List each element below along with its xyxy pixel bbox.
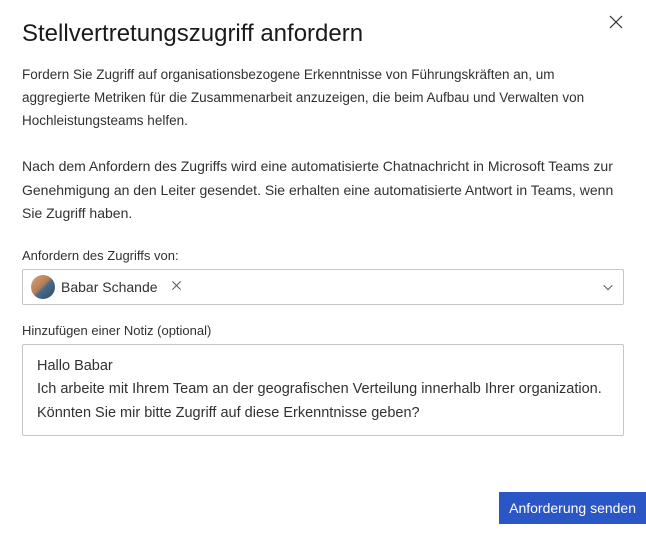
intro-text: Fordern Sie Zugriff auf organisationsbez… (22, 64, 624, 133)
people-picker[interactable]: Babar Schande (22, 269, 624, 305)
note-input[interactable]: Hallo Babar Ich arbeite mit Ihrem Team a… (22, 344, 624, 436)
close-icon (171, 278, 182, 296)
close-icon (608, 14, 624, 35)
note-label: Hinzufügen einer Notiz (optional) (22, 323, 624, 338)
avatar (31, 275, 55, 299)
request-from-label: Anfordern des Zugriffs von: (22, 248, 624, 263)
info-text: Nach dem Anfordern des Zugriffs wird ein… (22, 155, 624, 226)
close-button[interactable] (604, 12, 628, 36)
chevron-down-icon (601, 280, 615, 294)
selected-person-name: Babar Schande (61, 279, 158, 295)
dialog-title: Stellvertretungszugriff anfordern (22, 20, 624, 48)
remove-person-button[interactable] (168, 278, 186, 296)
submit-button[interactable]: Anforderung senden (499, 492, 646, 524)
